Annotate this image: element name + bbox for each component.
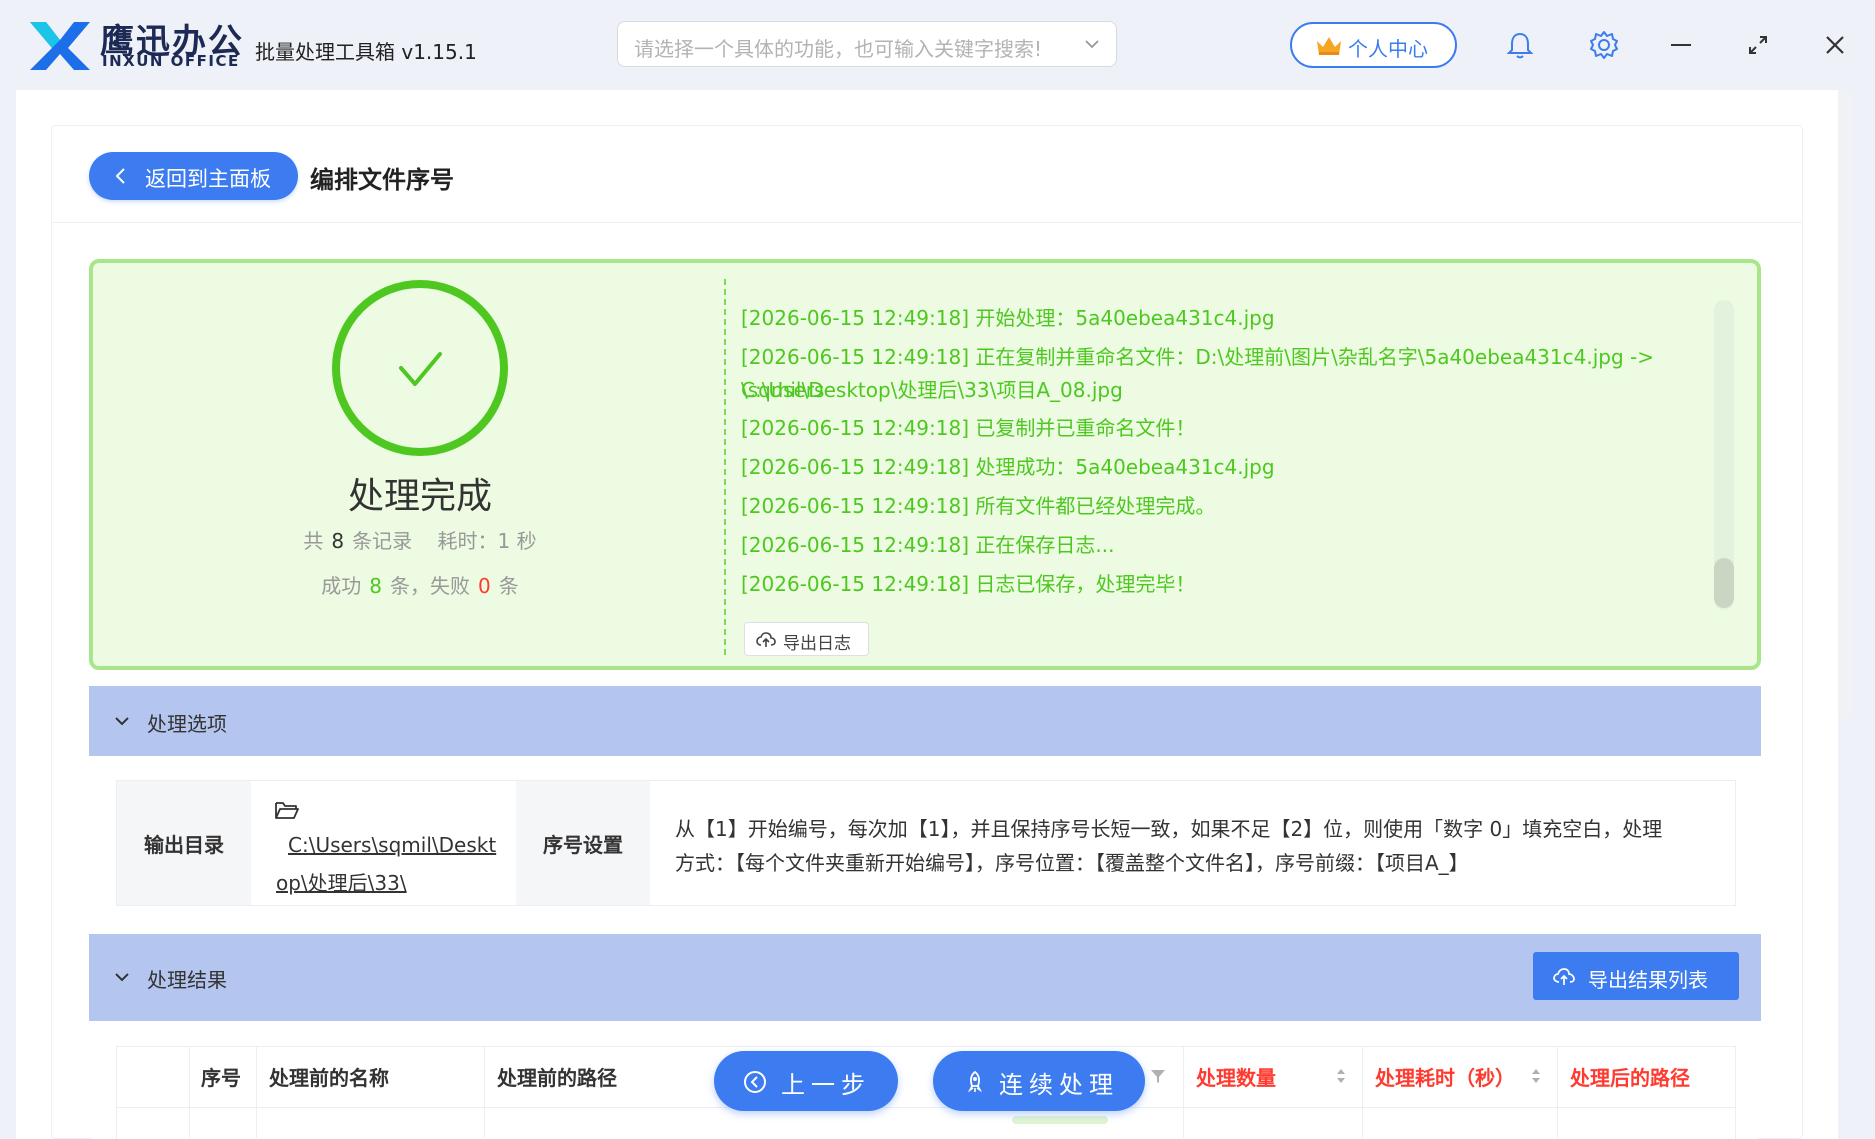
col-header-duration[interactable]: 处理耗时（秒） bbox=[1375, 1062, 1515, 1091]
column-divider bbox=[1362, 1047, 1363, 1138]
log-line: \sqmil\Desktop\处理后\33\项目A_08.jpg bbox=[741, 378, 1123, 402]
cloud-upload-icon bbox=[1553, 968, 1575, 985]
log-line: [2026-06-15 12:49:18] 所有文件都已经处理完成。 bbox=[741, 494, 1216, 518]
personal-center-label: 个人中心 bbox=[1348, 37, 1428, 61]
log-scrollbar-thumb[interactable] bbox=[1714, 558, 1734, 608]
time-unit: 秒 bbox=[516, 529, 537, 553]
log-line: [2026-06-15 12:49:18] 已复制并已重命名文件！ bbox=[741, 416, 1196, 440]
log-line: [2026-06-15 12:49:18] 正在保存日志... bbox=[741, 533, 1115, 557]
export-log-label: 导出日志 bbox=[783, 634, 851, 654]
column-divider bbox=[1557, 1047, 1558, 1138]
seq-settings-line2: 方式：【每个文件夹重新开始编号】，序号位置：【覆盖整个文件名】，序号前缀：【项目… bbox=[675, 851, 1469, 875]
column-divider bbox=[484, 1047, 485, 1138]
export-results-label: 导出结果列表 bbox=[1588, 968, 1708, 992]
cloud-upload-icon bbox=[756, 632, 776, 647]
record-summary: 共 8 条记录 耗时：1 秒 bbox=[250, 525, 590, 554]
header-divider bbox=[51, 222, 1803, 223]
logo-text-en: INXUN OFFICE bbox=[102, 52, 240, 70]
results-section-header[interactable]: 处理结果 bbox=[89, 934, 1761, 1021]
back-to-dashboard-button[interactable]: 返回到主面板 bbox=[89, 152, 298, 200]
col-header-index[interactable]: 序号 bbox=[201, 1062, 241, 1091]
column-divider bbox=[256, 1047, 257, 1138]
page-title: 编排文件序号 bbox=[310, 166, 454, 194]
completion-title: 处理完成 bbox=[347, 476, 492, 517]
options-section-header[interactable]: 处理选项 bbox=[89, 686, 1761, 756]
output-dir-link-line1[interactable]: C:\Users\sqmil\Deskt bbox=[288, 833, 496, 857]
fail-count: 0 bbox=[478, 574, 491, 598]
log-line: [2026-06-15 12:49:18] 处理成功：5a40ebea431c4… bbox=[741, 455, 1275, 479]
total-count: 8 bbox=[331, 529, 345, 553]
rocket-icon bbox=[967, 1070, 983, 1093]
time-label: 耗时： bbox=[437, 529, 498, 553]
folder-open-icon[interactable] bbox=[274, 799, 300, 821]
back-button-label: 返回到主面板 bbox=[145, 167, 271, 191]
export-log-button[interactable]: 导出日志 bbox=[744, 622, 869, 656]
status-chip bbox=[1012, 1116, 1108, 1124]
minimize-icon[interactable] bbox=[1664, 28, 1698, 62]
output-dir-cell: C:\Users\sqmil\Deskt op\处理后\33\ bbox=[252, 781, 516, 905]
col-header-path-after[interactable]: 处理后的路径 bbox=[1570, 1062, 1690, 1091]
total-suffix: 条记录 bbox=[352, 529, 413, 553]
col-header-path-before[interactable]: 处理前的路径 bbox=[497, 1062, 617, 1091]
success-fail-summary: 成功 8 条，失败 0 条 bbox=[250, 570, 590, 599]
close-icon[interactable] bbox=[1818, 28, 1852, 62]
log-line: [2026-06-15 12:49:18] 开始处理：5a40ebea431c4… bbox=[741, 306, 1275, 330]
col-header-name-before[interactable]: 处理前的名称 bbox=[269, 1062, 389, 1091]
function-search-select[interactable]: 请选择一个具体的功能，也可输入关键字搜索! bbox=[617, 21, 1117, 67]
seq-settings-cell: 从【1】开始编号，每次加【1】，并且保持序号长短一致，如果不足【2】位，则使用「… bbox=[651, 781, 1735, 905]
success-check-icon bbox=[332, 280, 508, 456]
maximize-icon[interactable] bbox=[1741, 28, 1775, 62]
continue-processing-button[interactable]: 连续处理 bbox=[933, 1051, 1145, 1111]
continue-processing-label: 连续处理 bbox=[999, 1071, 1119, 1099]
col-header-count[interactable]: 处理数量 bbox=[1196, 1062, 1276, 1091]
success-suffix: 条，失败 bbox=[390, 574, 470, 598]
results-section-title: 处理结果 bbox=[147, 968, 227, 992]
results-table-header: 序号 处理前的名称 处理前的路径 处理数量 处理耗时（秒） 处理后的路径 bbox=[117, 1047, 1735, 1108]
options-table: 输出目录 C:\Users\sqmil\Deskt op\处理后\33\ 序号设… bbox=[116, 780, 1736, 906]
crown-icon bbox=[1317, 37, 1341, 55]
logo-x-icon bbox=[30, 22, 90, 70]
column-divider bbox=[1183, 1047, 1184, 1138]
page-scrollbar[interactable] bbox=[1838, 90, 1852, 720]
gear-icon[interactable] bbox=[1587, 28, 1621, 62]
results-table: 序号 处理前的名称 处理前的路径 处理数量 处理耗时（秒） 处理后的路径 bbox=[116, 1046, 1736, 1139]
seq-settings-line1: 从【1】开始编号，每次加【1】，并且保持序号长短一致，如果不足【2】位，则使用「… bbox=[675, 817, 1663, 841]
sort-icon[interactable] bbox=[1335, 1065, 1347, 1087]
app-title: 批量处理工具箱 v1.15.1 bbox=[255, 40, 477, 64]
chevron-left-icon bbox=[115, 168, 125, 184]
export-results-button[interactable]: 导出结果列表 bbox=[1533, 952, 1739, 1000]
options-section-title: 处理选项 bbox=[147, 712, 227, 736]
success-count: 8 bbox=[369, 574, 382, 598]
fail-suffix: 条 bbox=[498, 574, 519, 598]
chevron-down-icon bbox=[115, 717, 129, 726]
success-label: 成功 bbox=[321, 574, 362, 598]
search-placeholder: 请选择一个具体的功能，也可输入关键字搜索! bbox=[634, 37, 1043, 61]
sort-icon[interactable] bbox=[1530, 1065, 1542, 1087]
personal-center-button[interactable]: 个人中心 bbox=[1290, 22, 1457, 68]
total-prefix: 共 bbox=[303, 529, 324, 553]
output-dir-link-line2[interactable]: op\处理后\33\ bbox=[276, 867, 407, 896]
chevron-down-icon bbox=[1085, 40, 1099, 49]
time-value: 1 bbox=[497, 529, 511, 553]
circle-left-icon bbox=[744, 1071, 766, 1093]
chevron-down-icon bbox=[115, 973, 129, 982]
seq-settings-label: 序号设置 bbox=[516, 781, 650, 905]
panel-separator bbox=[724, 279, 726, 655]
previous-step-label: 上一步 bbox=[781, 1071, 871, 1099]
filter-icon[interactable] bbox=[1149, 1067, 1167, 1085]
output-dir-label: 输出目录 bbox=[117, 781, 251, 905]
bell-icon[interactable] bbox=[1503, 28, 1537, 62]
previous-step-button[interactable]: 上一步 bbox=[714, 1051, 898, 1111]
log-line: [2026-06-15 12:49:18] 日志已保存，处理完毕！ bbox=[741, 572, 1196, 596]
column-divider bbox=[189, 1047, 190, 1138]
